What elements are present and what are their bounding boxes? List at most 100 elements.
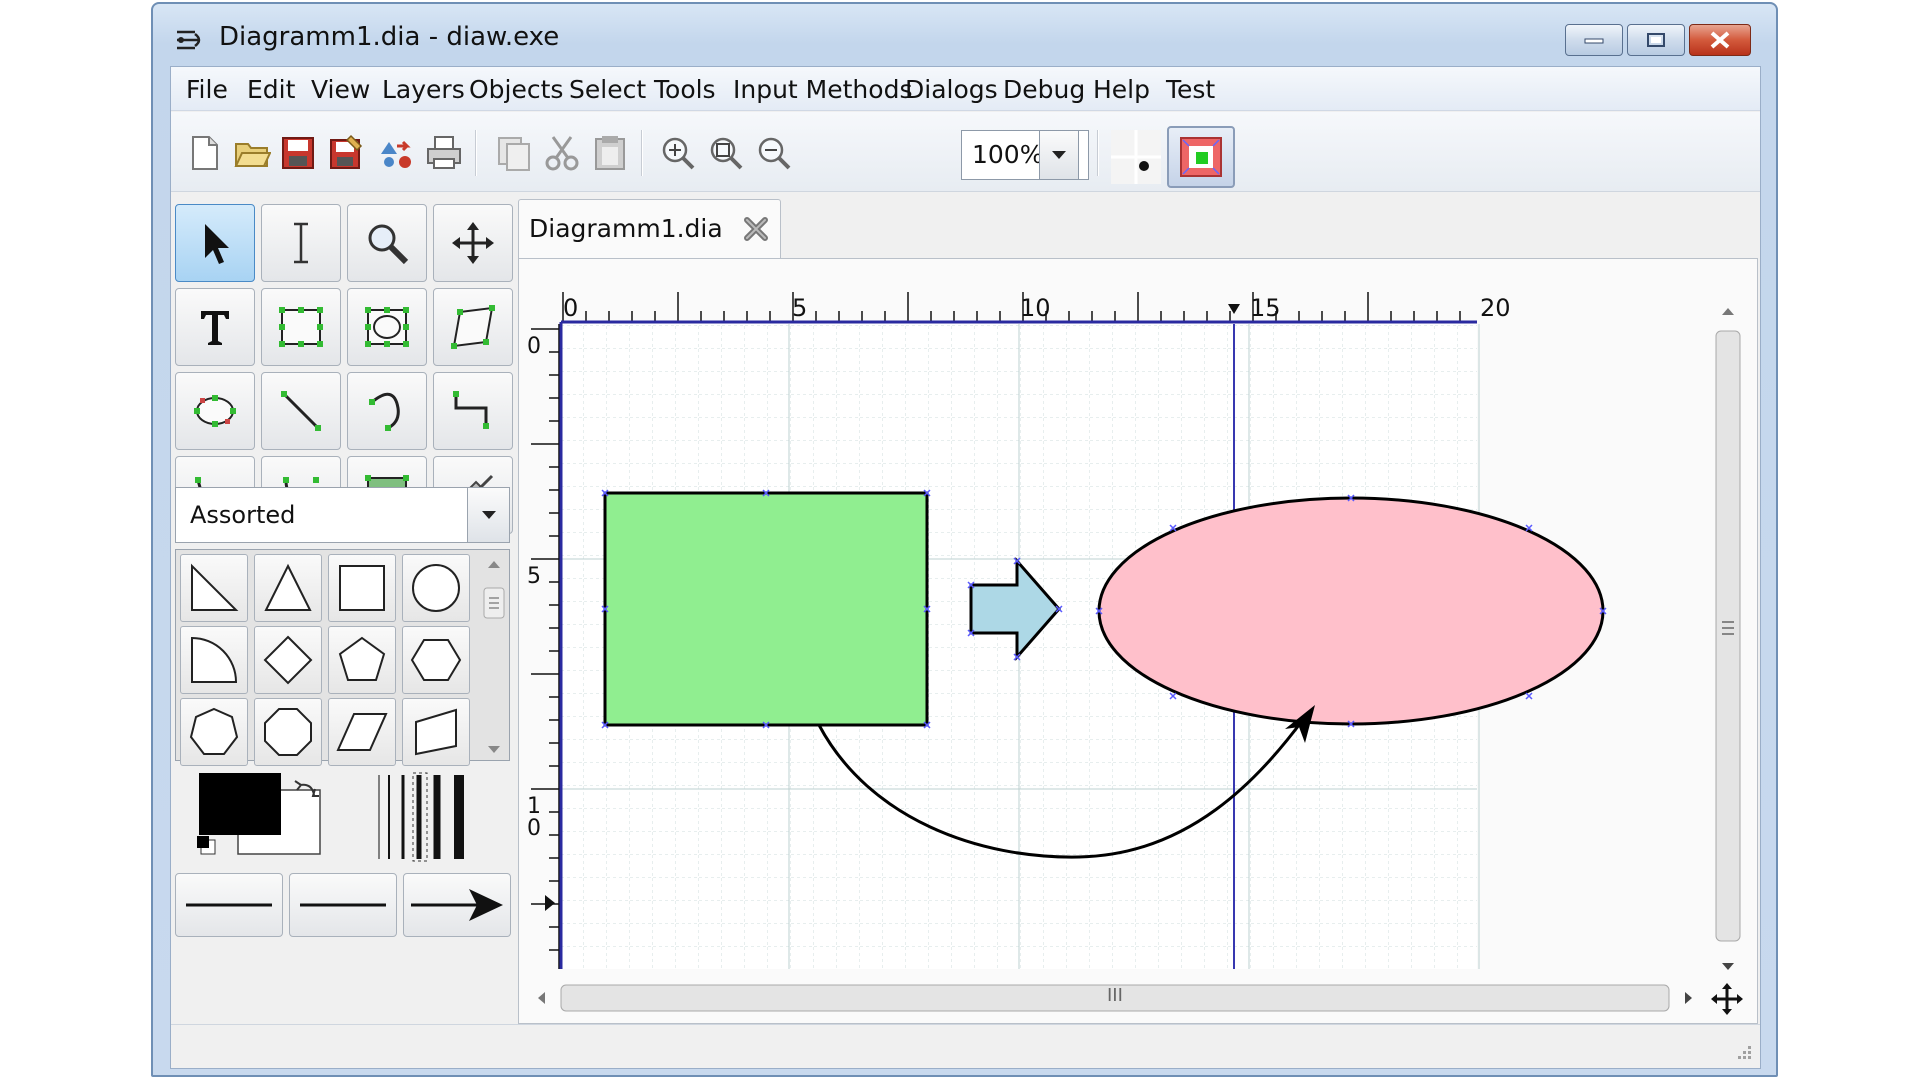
ruler-x-label: 5 — [792, 294, 807, 322]
ruler-x-label: 20 — [1480, 294, 1511, 322]
menu-select[interactable]: Select — [569, 75, 646, 104]
shape-diamond[interactable] — [254, 626, 322, 694]
menu-test[interactable]: Test — [1166, 75, 1215, 104]
shape-parallelogram[interactable] — [328, 698, 396, 766]
paste-icon[interactable] — [591, 134, 629, 172]
tool-scroll[interactable] — [433, 204, 513, 282]
minimize-icon — [1584, 38, 1604, 44]
new-file-icon[interactable] — [185, 134, 223, 172]
tab-diagramm1[interactable]: Diagramm1.dia — [518, 199, 781, 259]
box-icon — [279, 307, 323, 347]
tool-text[interactable] — [175, 288, 255, 366]
zoom-value: 100% — [972, 140, 1044, 169]
tool-text-edit[interactable] — [261, 204, 341, 282]
horizontal-ruler — [561, 286, 1477, 322]
menu-input-methods[interactable]: Input Methods — [733, 75, 912, 104]
shape-square[interactable] — [328, 554, 396, 622]
shape-heptagon[interactable] — [180, 698, 248, 766]
object-snapping-button[interactable] — [1167, 126, 1235, 188]
cut-icon[interactable] — [543, 134, 581, 172]
window-title: Diagramm1.dia - diaw.exe — [219, 22, 560, 52]
shape-right-triangle[interactable] — [180, 554, 248, 622]
shapes-scrollbar[interactable] — [480, 550, 508, 760]
tool-line[interactable] — [261, 372, 341, 450]
tool-polygon[interactable] — [433, 288, 513, 366]
drawing-canvas[interactable]: 0 5 10 15 20 0 5 1 0 — [519, 259, 1757, 1023]
line-style-button[interactable] — [289, 873, 397, 937]
polygon-icon — [451, 305, 495, 349]
shape-triangle[interactable] — [254, 554, 322, 622]
main-toolbar: 100% — [171, 112, 1760, 192]
magnify-icon — [368, 224, 409, 265]
tool-magnify[interactable] — [347, 204, 427, 282]
navigation-button[interactable] — [1709, 981, 1745, 1017]
dia-app-icon — [177, 30, 201, 50]
menu-view[interactable]: View — [311, 75, 370, 104]
tool-ellipse[interactable] — [175, 372, 255, 450]
title-bar[interactable]: Diagramm1.dia - diaw.exe — [153, 4, 1776, 64]
shape-trapezoid[interactable] — [402, 698, 470, 766]
pointer-icon — [205, 224, 229, 264]
start-arrow-button[interactable] — [175, 873, 283, 937]
print-icon[interactable] — [425, 134, 463, 172]
restore-icon — [1647, 33, 1665, 47]
line-style-icon — [300, 903, 386, 907]
zoom-dropdown-button[interactable] — [1039, 130, 1079, 180]
triangle-icon — [264, 563, 312, 611]
menu-edit[interactable]: Edit — [247, 75, 295, 104]
menu-help[interactable]: Help — [1093, 75, 1150, 104]
quarter-circle-icon — [191, 636, 238, 683]
client-area: File Edit View Layers Objects Select Too… — [170, 66, 1761, 1069]
shape-circle[interactable] — [402, 554, 470, 622]
arrow-end-icon — [411, 889, 503, 921]
menu-tools[interactable]: Tools — [654, 75, 716, 104]
sheet-selector[interactable]: Assorted — [175, 487, 510, 543]
save-icon[interactable] — [279, 134, 317, 172]
zoom-fit-icon[interactable] — [707, 134, 745, 172]
line-width-icon[interactable] — [375, 771, 485, 863]
shape-hexagon[interactable] — [402, 626, 470, 694]
menu-file[interactable]: File — [186, 75, 228, 104]
shape-pentagon[interactable] — [328, 626, 396, 694]
parallelogram-icon — [336, 713, 388, 751]
end-arrow-button[interactable] — [403, 873, 511, 937]
ruler-x-label: 10 — [1020, 294, 1051, 322]
close-tab-icon[interactable] — [741, 214, 771, 244]
octagon-icon — [264, 708, 312, 756]
vertical-scrollbar-graphic — [1715, 308, 1741, 970]
tool-ellipse-box[interactable] — [347, 288, 427, 366]
green-rectangle[interactable] — [603, 491, 929, 727]
document-tab-strip: Diagramm1.dia — [518, 199, 1758, 259]
arc-icon — [369, 392, 400, 431]
tool-arc[interactable] — [347, 372, 427, 450]
minimize-button[interactable] — [1565, 24, 1623, 56]
text-cursor-icon — [294, 222, 308, 264]
pink-ellipse[interactable] — [1097, 496, 1605, 726]
resize-grip-icon[interactable] — [1734, 1042, 1754, 1062]
maximize-button[interactable] — [1627, 24, 1685, 56]
export-icon[interactable] — [377, 134, 415, 172]
move-icon — [452, 222, 494, 264]
shape-octagon[interactable] — [254, 698, 322, 766]
zoom-in-icon[interactable] — [659, 134, 697, 172]
snap-to-grid-icon[interactable] — [1111, 130, 1161, 184]
vertical-scrollbar[interactable] — [1711, 289, 1745, 989]
tool-pointer[interactable] — [175, 204, 255, 282]
tool-zigzag-line[interactable] — [433, 372, 513, 450]
open-folder-icon[interactable] — [233, 134, 271, 172]
menu-layers[interactable]: Layers — [382, 75, 465, 104]
horizontal-scrollbar[interactable]: III — [525, 979, 1703, 1017]
shape-quarter-circle[interactable] — [180, 626, 248, 694]
menu-debug[interactable]: Debug — [1003, 75, 1085, 104]
menu-dialogs[interactable]: Dialogs — [905, 75, 998, 104]
sheet-dropdown-button[interactable] — [467, 488, 509, 542]
ruler-y-label: 0 — [527, 334, 541, 359]
zoom-out-icon[interactable] — [755, 134, 793, 172]
menu-objects[interactable]: Objects — [469, 75, 563, 104]
tool-box[interactable] — [261, 288, 341, 366]
right-triangle-icon — [191, 563, 239, 611]
close-window-button[interactable] — [1689, 24, 1751, 56]
hexagon-icon — [410, 639, 462, 681]
copy-icon[interactable] — [495, 134, 533, 172]
save-as-icon[interactable] — [327, 134, 365, 172]
